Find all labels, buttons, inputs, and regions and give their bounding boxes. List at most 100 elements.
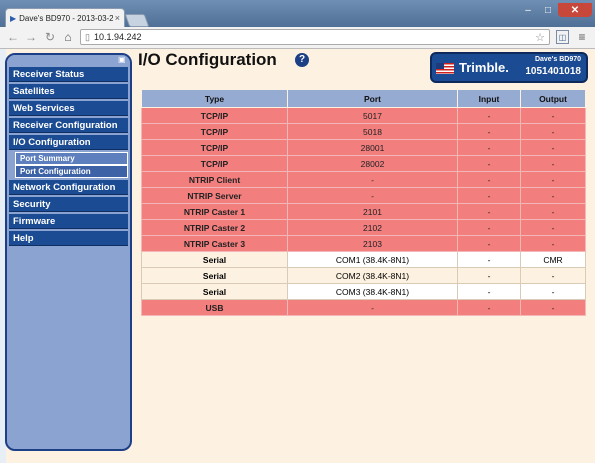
table-row[interactable]: NTRIP Caster 1 2101- -	[141, 203, 586, 220]
sidebar: ▣ Receiver Status Satellites Web Service…	[5, 53, 132, 451]
io-submenu: Port Summary Port Configuration	[15, 152, 128, 178]
cell-type[interactable]: NTRIP Caster 1	[141, 203, 288, 220]
cell-type[interactable]: Serial	[141, 251, 288, 268]
back-arrow-icon[interactable]: ←	[6, 30, 20, 44]
sidebar-item-web-services[interactable]: Web Services	[9, 101, 128, 116]
cell-type[interactable]: NTRIP Caster 2	[141, 219, 288, 236]
sidebar-item-security[interactable]: Security	[9, 197, 128, 212]
cell-output: -	[520, 267, 586, 284]
browser-tab[interactable]: ▶ Dave's BD970 - 2013-03-2 ×	[5, 8, 125, 27]
extension-icon[interactable]: ◫	[556, 30, 569, 44]
cell-port: -	[287, 187, 458, 204]
brand-banner: Trimble. Dave's BD970 1051401018	[430, 52, 588, 83]
cell-output: -	[520, 123, 586, 140]
col-header-port: Port	[287, 89, 458, 108]
page-content: ▣ Receiver Status Satellites Web Service…	[0, 49, 595, 463]
minimize-button[interactable]: –	[518, 3, 538, 17]
sidebar-item-receiver-configuration[interactable]: Receiver Configuration	[9, 118, 128, 133]
sidebar-item-io-configuration[interactable]: I/O Configuration	[9, 135, 128, 150]
close-window-button[interactable]: ✕	[558, 3, 592, 17]
cell-type[interactable]: Serial	[141, 283, 288, 300]
table-row[interactable]: TCP/IP 28001- -	[141, 139, 586, 156]
cell-input: -	[457, 299, 521, 316]
cell-output: -	[520, 139, 586, 156]
cell-port: 28002	[287, 155, 458, 172]
sidebar-item-firmware[interactable]: Firmware	[9, 214, 128, 229]
reload-icon[interactable]: ↻	[43, 30, 57, 44]
table-row[interactable]: NTRIP Client - - -	[141, 171, 586, 188]
address-bar[interactable]: ▯ 10.1.94.242 ☆	[80, 29, 550, 45]
tab-close-icon[interactable]: ×	[115, 13, 120, 23]
cell-input: -	[457, 219, 521, 236]
cell-port: 28001	[287, 139, 458, 156]
cell-output: -	[520, 187, 586, 204]
sidebar-item-help[interactable]: Help	[9, 231, 128, 246]
cell-type[interactable]: Serial	[141, 267, 288, 284]
url-text[interactable]: 10.1.94.242	[94, 32, 535, 42]
table-row[interactable]: TCP/IP 28002- -	[141, 155, 586, 172]
trimble-logo: Trimble.	[459, 60, 509, 75]
cell-output: -	[520, 107, 586, 124]
forward-arrow-icon[interactable]: →	[24, 30, 38, 44]
cell-input: -	[457, 203, 521, 220]
cell-output: -	[520, 235, 586, 252]
page-icon: ▯	[85, 31, 90, 42]
submenu-item-port-configuration[interactable]: Port Configuration	[15, 165, 128, 178]
cell-type[interactable]: TCP/IP	[141, 155, 288, 172]
cell-input: -	[457, 107, 521, 124]
cell-type[interactable]: TCP/IP	[141, 107, 288, 124]
cell-type[interactable]: NTRIP Caster 3	[141, 235, 288, 252]
table-row[interactable]: Serial COM1 (38.4K-8N1) - CMR	[141, 251, 586, 268]
cell-port: -	[287, 171, 458, 188]
cell-type[interactable]: NTRIP Server	[141, 187, 288, 204]
sidebar-item-satellites[interactable]: Satellites	[9, 84, 128, 99]
bookmark-star-icon[interactable]: ☆	[535, 31, 545, 44]
cell-input: -	[457, 187, 521, 204]
cell-port: 2103	[287, 235, 458, 252]
page-title: I/O Configuration	[138, 50, 277, 69]
table-row[interactable]: NTRIP Server - - -	[141, 187, 586, 204]
sidebar-item-network-configuration[interactable]: Network Configuration	[9, 180, 128, 195]
table-row[interactable]: Serial COM2 (38.4K-8N1) - -	[141, 267, 586, 284]
table-row[interactable]: USB - - -	[141, 299, 586, 316]
lock-icon[interactable]: ▣	[118, 56, 126, 64]
cell-output: -	[520, 155, 586, 172]
col-header-output: Output	[520, 89, 586, 108]
table-row[interactable]: NTRIP Caster 3 2103- -	[141, 235, 586, 252]
cell-type[interactable]: NTRIP Client	[141, 171, 288, 188]
favicon-icon: ▶	[10, 13, 17, 23]
sidebar-item-receiver-status[interactable]: Receiver Status	[9, 67, 128, 82]
cell-port: 2102	[287, 219, 458, 236]
cell-input: -	[457, 123, 521, 140]
cell-port: -	[287, 299, 458, 316]
cell-port: 5017	[287, 107, 458, 124]
cell-input: -	[457, 283, 521, 300]
col-header-input: Input	[457, 89, 521, 108]
cell-output: -	[520, 283, 586, 300]
cell-port: 5018	[287, 123, 458, 140]
cell-output: -	[520, 299, 586, 316]
table-row[interactable]: TCP/IP 5017- -	[141, 107, 586, 124]
cell-input: -	[457, 155, 521, 172]
cell-type[interactable]: TCP/IP	[141, 139, 288, 156]
new-tab-button[interactable]	[124, 14, 150, 27]
help-icon[interactable]: ?	[295, 53, 309, 67]
cell-type[interactable]: TCP/IP	[141, 123, 288, 140]
table-row[interactable]: TCP/IP 5018- -	[141, 123, 586, 140]
cell-input: -	[457, 267, 521, 284]
submenu-item-port-summary[interactable]: Port Summary	[15, 152, 128, 165]
device-name: Dave's BD970	[534, 56, 581, 63]
sidebar-top: ▣	[7, 55, 130, 67]
tab-title: Dave's BD970 - 2013-03-2	[19, 13, 113, 23]
cell-input: -	[457, 171, 521, 188]
cell-output: CMR	[520, 251, 586, 268]
table-header-row: Type Port Input Output	[141, 89, 586, 108]
cell-port: COM1 (38.4K-8N1)	[287, 251, 458, 268]
menu-icon[interactable]: ≡	[575, 30, 589, 44]
cell-type[interactable]: USB	[141, 299, 288, 316]
table-row[interactable]: NTRIP Caster 2 2102- -	[141, 219, 586, 236]
maximize-button[interactable]: □	[538, 3, 558, 17]
table-row[interactable]: Serial COM3 (38.4K-8N1) - -	[141, 283, 586, 300]
cell-port: COM2 (38.4K-8N1)	[287, 267, 458, 284]
home-icon[interactable]: ⌂	[61, 30, 75, 44]
